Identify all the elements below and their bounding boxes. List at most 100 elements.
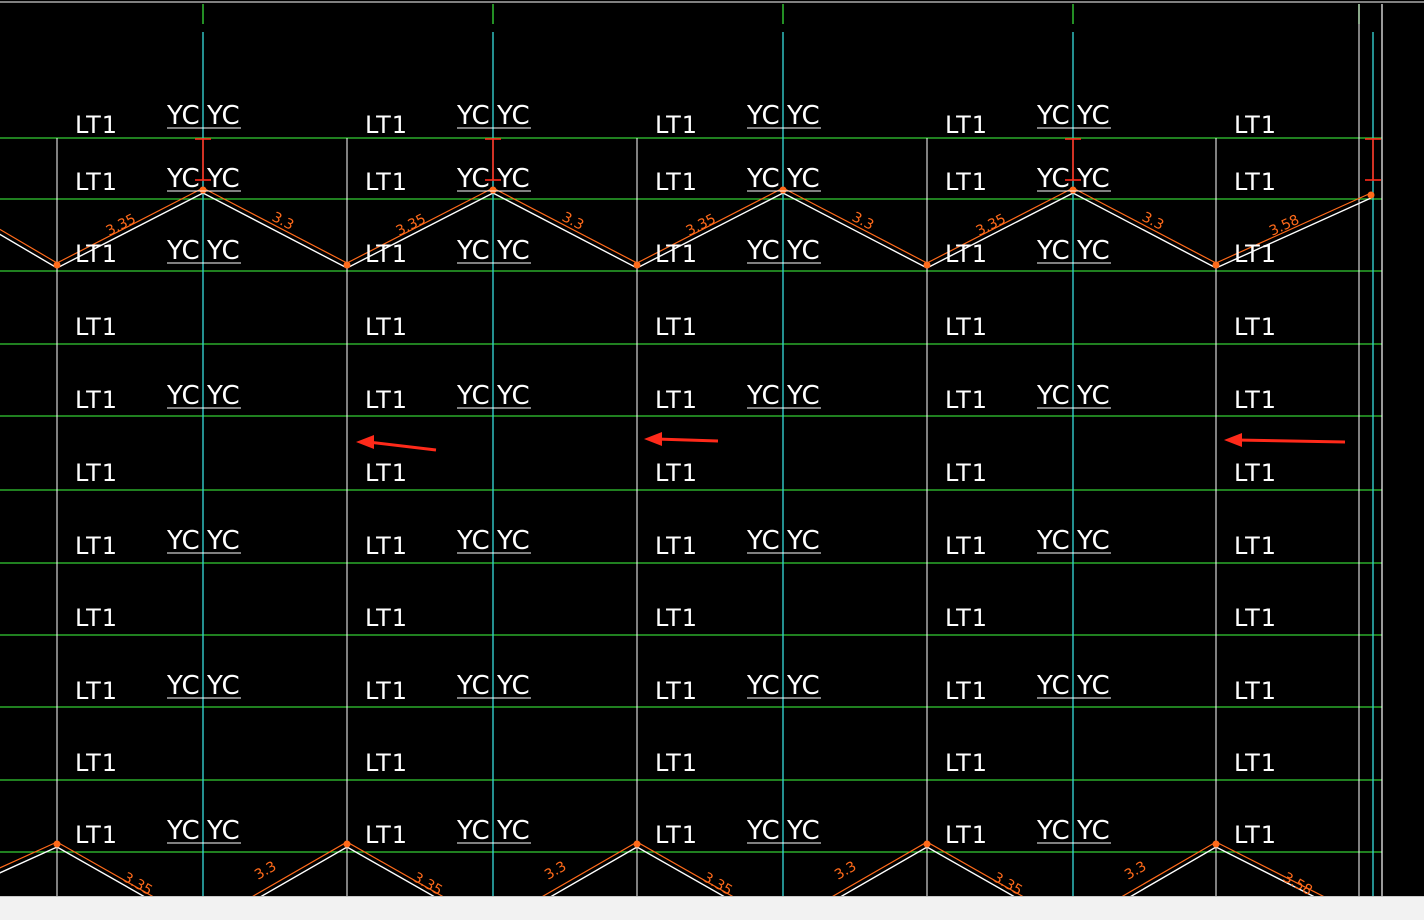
- wall-mark-label: LT1: [1234, 240, 1277, 268]
- wall-mark-label: LT1: [945, 459, 988, 487]
- wall-mark-label: LT1: [365, 240, 408, 268]
- wall-mark-label: LT1: [365, 821, 408, 849]
- column-mark-label: YC: [456, 526, 490, 556]
- wall-mark-label: LT1: [655, 459, 698, 487]
- column-mark-label: YC: [746, 101, 780, 131]
- column-mark-label: YC: [746, 381, 780, 411]
- wall-mark-label: LT1: [365, 111, 408, 139]
- wall-mark-label: LT1: [945, 386, 988, 414]
- column-mark-label: YC: [496, 236, 530, 266]
- column-mark-label: YC: [746, 236, 780, 266]
- column-mark-label: YC: [1076, 381, 1110, 411]
- column-mark-label: YC: [456, 236, 490, 266]
- wall-mark-label: LT1: [75, 168, 118, 196]
- wall-mark-label: LT1: [1234, 168, 1277, 196]
- node-marker: [633, 840, 641, 848]
- column-mark-label: YC: [166, 381, 200, 411]
- column-mark-label: YC: [206, 236, 240, 266]
- column-mark-label: YC: [206, 101, 240, 131]
- wall-mark-label: LT1: [365, 532, 408, 560]
- wall-mark-label: LT1: [1234, 313, 1277, 341]
- node-marker: [53, 840, 61, 848]
- column-mark-label: YC: [786, 526, 820, 556]
- column-mark-label: YC: [746, 816, 780, 846]
- wall-mark-label: LT1: [655, 168, 698, 196]
- node-marker: [1069, 186, 1077, 194]
- wall-mark-label: LT1: [1234, 111, 1277, 139]
- status-bar: [0, 896, 1424, 920]
- column-mark-label: YC: [166, 164, 200, 194]
- column-mark-label: YC: [1076, 236, 1110, 266]
- column-mark-label: YC: [456, 671, 490, 701]
- wall-mark-label: LT1: [365, 386, 408, 414]
- wall-mark-label: LT1: [365, 168, 408, 196]
- wall-mark-label: LT1: [945, 111, 988, 139]
- column-mark-label: YC: [166, 671, 200, 701]
- wall-mark-label: LT1: [945, 749, 988, 777]
- column-mark-label: YC: [166, 101, 200, 131]
- column-mark-label: YC: [1076, 816, 1110, 846]
- column-mark-label: YC: [1076, 101, 1110, 131]
- wall-mark-label: LT1: [365, 313, 408, 341]
- column-mark-label: YC: [1036, 526, 1070, 556]
- column-mark-label: YC: [1036, 671, 1070, 701]
- wall-mark-label: LT1: [945, 821, 988, 849]
- wall-mark-label: LT1: [655, 386, 698, 414]
- column-mark-label: YC: [456, 101, 490, 131]
- wall-mark-label: LT1: [945, 532, 988, 560]
- wall-mark-label: LT1: [655, 532, 698, 560]
- node-marker: [779, 186, 787, 194]
- red-arrow-shaft: [1235, 438, 1346, 444]
- node-marker: [53, 261, 61, 269]
- wall-mark-label: LT1: [655, 313, 698, 341]
- column-mark-label: YC: [496, 816, 530, 846]
- node-marker: [923, 840, 931, 848]
- column-mark-label: YC: [1036, 816, 1070, 846]
- wall-mark-label: LT1: [365, 749, 408, 777]
- column-mark-label: YC: [456, 381, 490, 411]
- cad-drawing-canvas[interactable]: LT1 LT1 LT1 LT1 LT1 LT1 LT1 LT1 LT1 LT1 LT1 LT1 LT1 L…: [0, 0, 1424, 919]
- wall-mark-label: LT1: [365, 604, 408, 632]
- column-mark-label: YC: [166, 236, 200, 266]
- column-mark-label: YC: [1036, 381, 1070, 411]
- wall-mark-label: LT1: [75, 677, 118, 705]
- node-marker: [1212, 261, 1220, 269]
- column-mark-label: YC: [496, 381, 530, 411]
- column-mark-label: YC: [166, 816, 200, 846]
- column-mark-label: YC: [206, 381, 240, 411]
- wall-mark-label: LT1: [1234, 604, 1277, 632]
- wall-mark-label: LT1: [365, 677, 408, 705]
- wall-mark-label: LT1: [1234, 677, 1277, 705]
- wall-mark-label: LT1: [75, 749, 118, 777]
- wall-mark-label: LT1: [75, 313, 118, 341]
- wall-mark-label: LT1: [945, 313, 988, 341]
- wall-mark-label: LT1: [655, 240, 698, 268]
- node-marker: [633, 261, 641, 269]
- node-marker: [923, 261, 931, 269]
- wall-mark-label: LT1: [1234, 821, 1277, 849]
- wall-mark-label: LT1: [1234, 532, 1277, 560]
- wall-mark-label: LT1: [75, 604, 118, 632]
- column-mark-label: YC: [1076, 526, 1110, 556]
- wall-mark-label: LT1: [945, 168, 988, 196]
- red-arrow-shaft: [655, 437, 719, 443]
- wall-mark-label: LT1: [945, 604, 988, 632]
- wall-mark-label: LT1: [75, 111, 118, 139]
- wall-mark-label: LT1: [655, 111, 698, 139]
- column-mark-label: YC: [1036, 236, 1070, 266]
- wall-mark-label: LT1: [655, 749, 698, 777]
- wall-mark-label: LT1: [1234, 459, 1277, 487]
- column-mark-label: YC: [166, 526, 200, 556]
- wall-mark-label: LT1: [75, 386, 118, 414]
- wall-mark-label: LT1: [75, 532, 118, 560]
- column-mark-label: YC: [746, 164, 780, 194]
- wall-mark-label: LT1: [1234, 749, 1277, 777]
- node-marker: [1212, 840, 1220, 848]
- wall-mark-label: LT1: [945, 677, 988, 705]
- column-mark-label: YC: [746, 526, 780, 556]
- node-marker: [343, 261, 351, 269]
- column-mark-label: YC: [786, 381, 820, 411]
- wall-mark-label: LT1: [365, 459, 408, 487]
- wall-mark-label: LT1: [655, 677, 698, 705]
- column-mark-label: YC: [1076, 671, 1110, 701]
